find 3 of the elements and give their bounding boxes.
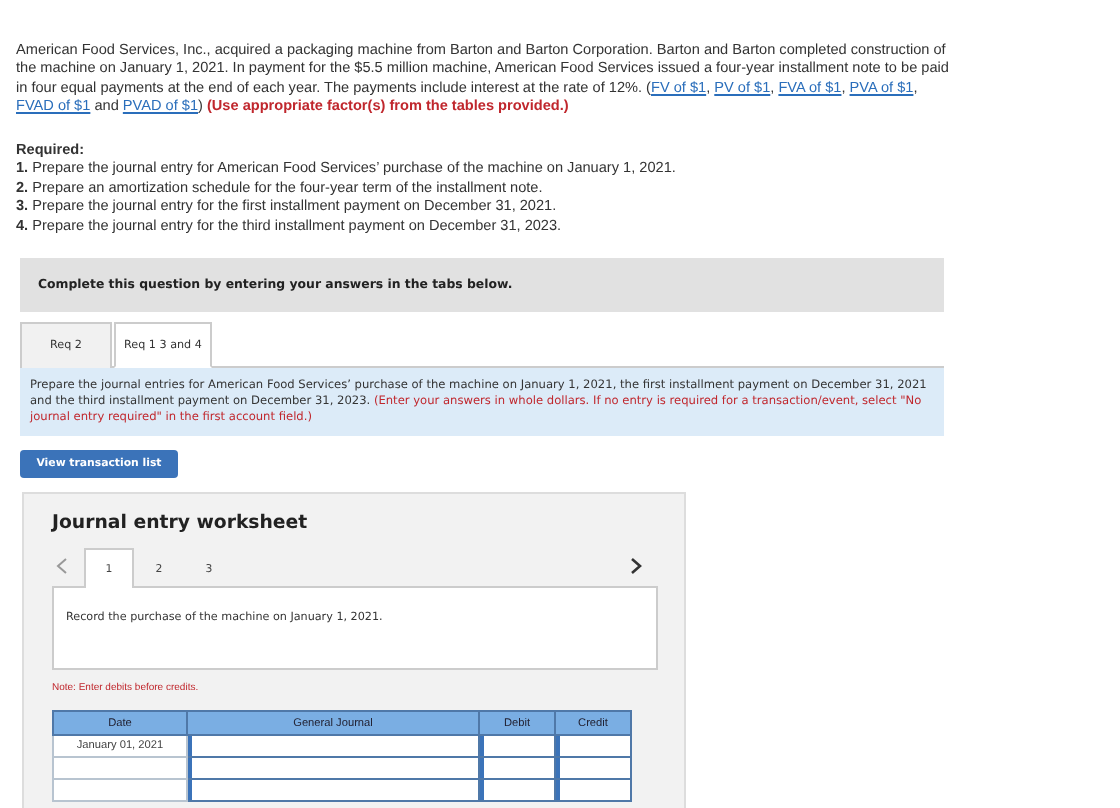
next-icon[interactable] [630, 558, 642, 575]
worksheet-title: Journal entry worksheet [52, 512, 310, 535]
previous-icon[interactable] [56, 558, 68, 575]
